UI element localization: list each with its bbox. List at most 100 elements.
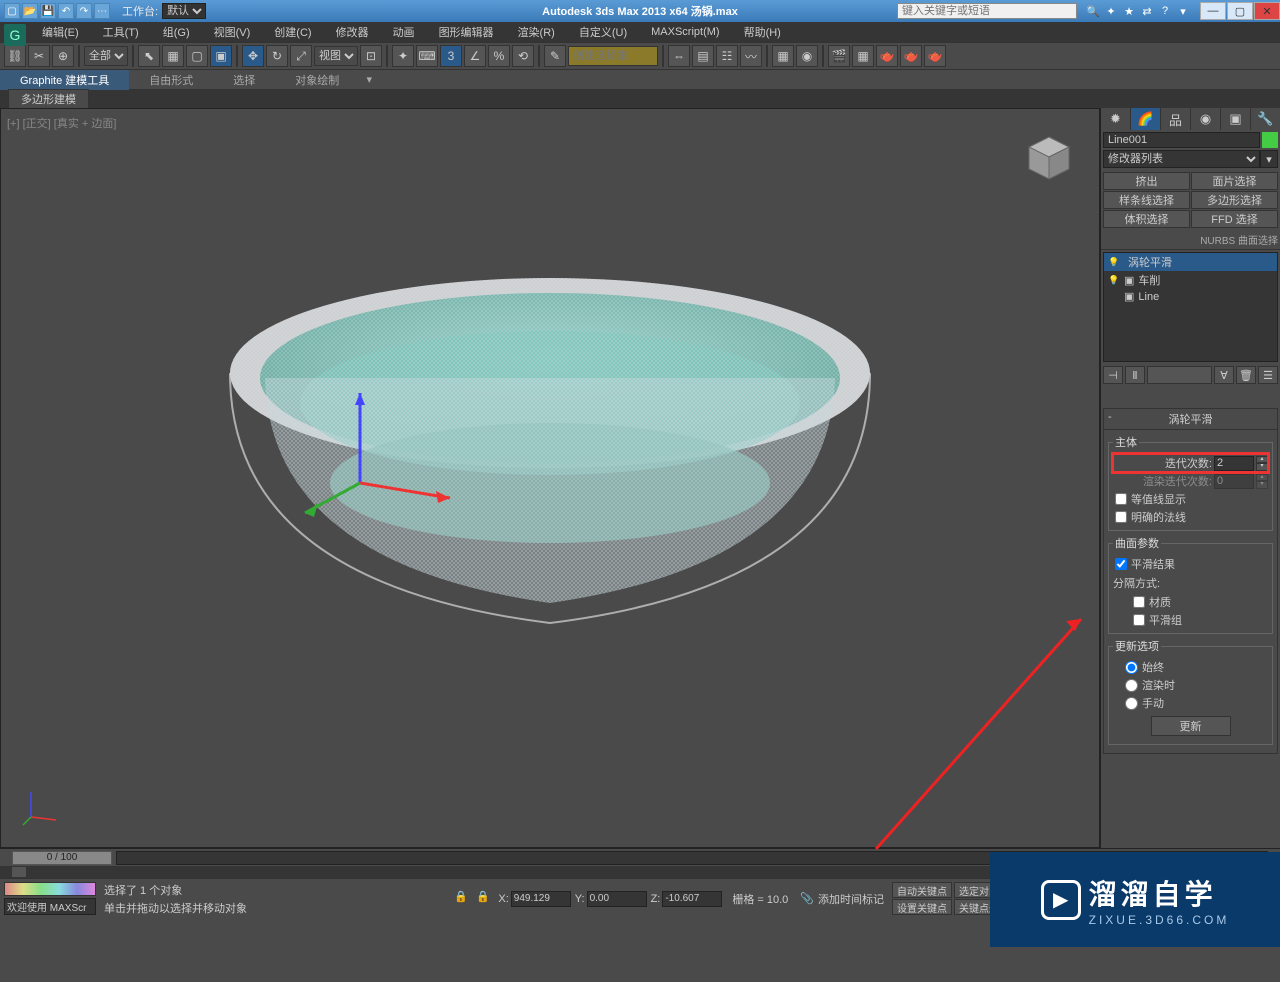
align-icon[interactable]: ▤ <box>692 45 714 67</box>
rotate-tool-icon[interactable]: ↻ <box>266 45 288 67</box>
menu-edit[interactable]: 编辑(E) <box>30 22 91 42</box>
minimize-button[interactable]: — <box>1200 2 1226 20</box>
tab-display-icon[interactable]: ▣ <box>1221 108 1250 130</box>
stack-item-turbosmooth[interactable]: 💡涡轮平滑 <box>1104 253 1277 271</box>
scale-tool-icon[interactable]: ⤢ <box>290 45 312 67</box>
selection-filter-dropdown[interactable]: 全部 <box>84 46 128 66</box>
btn-extrude[interactable]: 挤出 <box>1103 172 1190 190</box>
btn-vol-select[interactable]: 体积选择 <box>1103 210 1190 228</box>
search-input[interactable] <box>897 3 1077 19</box>
btn-spline-select[interactable]: 样条线选择 <box>1103 191 1190 209</box>
snap-toggle-icon[interactable]: 3 <box>440 45 462 67</box>
stack-item-lathe[interactable]: 💡▣车削 <box>1104 271 1277 289</box>
stack-item-line[interactable]: ▣Line <box>1104 289 1277 304</box>
object-color-swatch[interactable] <box>1262 132 1278 148</box>
bulb-icon[interactable]: 💡 <box>1108 274 1120 286</box>
render-last-icon[interactable]: 🫖 <box>924 45 946 67</box>
rect-select-icon[interactable]: ▢ <box>186 45 208 67</box>
edit-named-sel-icon[interactable]: ✎ <box>544 45 566 67</box>
coord-z-input[interactable] <box>662 891 722 907</box>
menu-custom[interactable]: 自定义(U) <box>567 22 639 42</box>
lock2-icon[interactable]: 🔒 <box>476 890 494 908</box>
named-selection-input[interactable] <box>568 46 658 66</box>
auto-key-button[interactable]: 自动关键点 <box>892 882 952 898</box>
lock-icon[interactable]: 🔒 <box>454 890 472 908</box>
btn-poly-select[interactable]: 多边形选择 <box>1191 191 1278 209</box>
always-radio[interactable] <box>1125 661 1138 674</box>
tab-freeform[interactable]: 自由形式 <box>129 70 213 90</box>
make-unique-icon[interactable]: ∀ <box>1214 366 1234 384</box>
select-tool-icon[interactable]: ⬉ <box>138 45 160 67</box>
update-button[interactable]: 更新 <box>1151 716 1231 736</box>
mirror-icon[interactable]: ⇔ <box>668 45 690 67</box>
set-key-button[interactable]: 设置关键点 <box>892 899 952 915</box>
ribbon-expand-icon[interactable]: ▾ <box>359 73 379 86</box>
menu-maxscript[interactable]: MAXScript(M) <box>639 24 731 40</box>
add-time-tag[interactable]: 添加时间标记 <box>818 891 884 907</box>
new-icon[interactable]: ▢ <box>4 3 20 19</box>
link-icon[interactable]: ⋯ <box>94 3 110 19</box>
menu-view[interactable]: 视图(V) <box>202 22 263 42</box>
star-icon[interactable]: ★ <box>1121 3 1137 19</box>
maximize-button[interactable]: ▢ <box>1227 2 1253 20</box>
normals-checkbox[interactable] <box>1115 511 1127 523</box>
menu-modifiers[interactable]: 修改器 <box>324 22 381 42</box>
pivot-icon[interactable]: ⊡ <box>360 45 382 67</box>
comm-icon[interactable]: ✦ <box>1103 3 1119 19</box>
undo-icon[interactable]: ↶ <box>58 3 74 19</box>
smooth-result-checkbox[interactable] <box>1115 558 1127 570</box>
tab-selection[interactable]: 选择 <box>213 70 275 90</box>
rollout-header[interactable]: -涡轮平滑 <box>1104 409 1277 430</box>
spin-up-icon[interactable]: ▴ <box>1256 456 1268 464</box>
menu-create[interactable]: 创建(C) <box>262 22 323 42</box>
move-tool-icon[interactable]: ✥ <box>242 45 264 67</box>
modifier-dropdown-btn[interactable]: ▾ <box>1260 150 1278 168</box>
link-tool-icon[interactable]: ⛓ <box>4 45 26 67</box>
tab-motion-icon[interactable]: ◉ <box>1191 108 1220 130</box>
bulb-icon[interactable]: 💡 <box>1108 256 1120 268</box>
object-name-input[interactable] <box>1103 132 1260 148</box>
ref-coord-dropdown[interactable]: 视图 <box>314 46 358 66</box>
curve-editor-icon[interactable]: 〰 <box>740 45 762 67</box>
tab-graphite[interactable]: Graphite 建模工具 <box>0 70 129 90</box>
subtab-polymodel[interactable]: 多边形建模 <box>8 89 89 109</box>
menu-animation[interactable]: 动画 <box>381 22 427 42</box>
keyboard-icon[interactable]: ⌨ <box>416 45 438 67</box>
trackbar-toggle-icon[interactable] <box>12 867 26 877</box>
coord-y-input[interactable] <box>587 891 647 907</box>
render-iter-icon[interactable]: 🫖 <box>900 45 922 67</box>
schematic-icon[interactable]: ▦ <box>772 45 794 67</box>
render-setup-icon[interactable]: 🎬 <box>828 45 850 67</box>
percent-snap-icon[interactable]: % <box>488 45 510 67</box>
spin-down-icon[interactable]: ▾ <box>1256 463 1268 471</box>
btn-ffd-select[interactable]: FFD 选择 <box>1191 210 1278 228</box>
workspace-dropdown[interactable]: 默认 <box>162 3 206 19</box>
menu-group[interactable]: 组(G) <box>151 22 202 42</box>
layers-icon[interactable]: ☷ <box>716 45 738 67</box>
viewport[interactable]: [+] [正交] [真实 + 边面] <box>0 108 1100 848</box>
tab-modify-icon[interactable]: 🌈 <box>1131 108 1160 130</box>
save-icon[interactable]: 💾 <box>40 3 56 19</box>
window-crossing-icon[interactable]: ▣ <box>210 45 232 67</box>
render-frame-icon[interactable]: ▦ <box>852 45 874 67</box>
modifier-stack[interactable]: 💡涡轮平滑 💡▣车削 ▣Line <box>1103 252 1278 362</box>
menu-help[interactable]: 帮助(H) <box>732 22 793 42</box>
manual-radio[interactable] <box>1125 697 1138 710</box>
render-prod-icon[interactable]: 🫖 <box>876 45 898 67</box>
material-editor-icon[interactable]: ◉ <box>796 45 818 67</box>
pin-stack-icon[interactable]: ⊣ <box>1103 366 1123 384</box>
tab-paint[interactable]: 对象绘制 <box>275 70 359 90</box>
manipulate-icon[interactable]: ✦ <box>392 45 414 67</box>
spinner-snap-icon[interactable]: ⟲ <box>512 45 534 67</box>
tag-icon[interactable]: 📎 <box>800 892 814 905</box>
coord-x-input[interactable] <box>511 891 571 907</box>
render-iters-spinner[interactable]: 0 <box>1214 474 1254 489</box>
menu-graph[interactable]: 图形编辑器 <box>427 22 506 42</box>
viewport-label[interactable]: [+] [正交] [真实 + 边面] <box>7 115 116 131</box>
btn-patch-select[interactable]: 面片选择 <box>1191 172 1278 190</box>
dropdown-icon[interactable]: ▾ <box>1175 3 1191 19</box>
configure-icon[interactable]: ☰ <box>1258 366 1278 384</box>
tab-utilities-icon[interactable]: 🔧 <box>1251 108 1280 130</box>
menu-render[interactable]: 渲染(R) <box>506 22 567 42</box>
menu-tools[interactable]: 工具(T) <box>91 22 151 42</box>
